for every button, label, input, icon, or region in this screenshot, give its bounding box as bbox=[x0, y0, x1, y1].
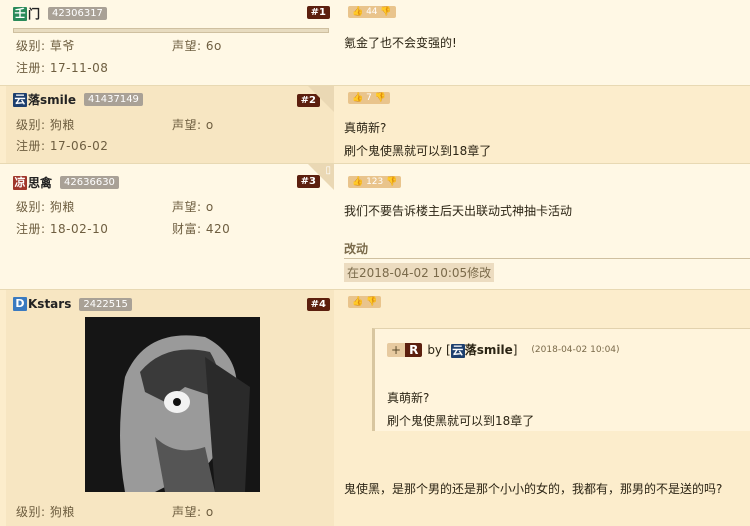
author-name-text: 思禽 bbox=[28, 176, 53, 190]
register-info: 注册: 17-11-08 bbox=[16, 61, 109, 75]
quote-block: + R by [云落smile] (2018-04-02 10:04) 真萌新?… bbox=[372, 328, 750, 431]
user-id-badge: 41437149 bbox=[84, 93, 143, 106]
edit-divider bbox=[344, 258, 750, 259]
register-info: 注册: 18-02-10 bbox=[16, 222, 109, 236]
quote-line: 刷个鬼使黑就可以到18章了 bbox=[387, 414, 535, 428]
edit-note: 在2018-04-02 10:05修改 bbox=[344, 263, 495, 282]
post-text: 鬼使黑，是那个男的还是那个小小的女的，我都有，那男的不是送的吗? bbox=[344, 482, 723, 496]
quote-by-label: by bbox=[427, 342, 443, 357]
floor-number[interactable]: #4 bbox=[306, 298, 330, 311]
post-3-content: 👍 123 👎 我们不要告诉楼主后天出联动式神抽卡活动 改动 在2018-04-… bbox=[336, 164, 750, 289]
author-name[interactable]: 凉 思禽 42636630 bbox=[13, 174, 119, 191]
floor-number[interactable]: #1 bbox=[306, 6, 330, 19]
level-progress-bar bbox=[13, 28, 329, 33]
user-id-badge: 42636630 bbox=[60, 176, 119, 189]
level-info: 级别: 狗粮 bbox=[16, 200, 75, 214]
author-name[interactable]: 云 落smile 41437149 bbox=[13, 91, 143, 108]
reputation-info: 声望: o bbox=[172, 505, 214, 519]
like-counter[interactable]: 👍 👎 bbox=[348, 296, 382, 308]
wealth-info: 财富: 420 bbox=[172, 222, 231, 236]
post-text-line: 刷个鬼使黑就可以到18章了 bbox=[344, 144, 492, 158]
post-text: 氪金了也不会变强的! bbox=[344, 36, 457, 50]
quote-time: (2018-04-02 10:04) bbox=[531, 344, 620, 355]
quote-author-link[interactable]: [云落smile] bbox=[446, 341, 517, 358]
phone-icon: ▯ bbox=[325, 165, 331, 176]
like-counter[interactable]: 👍 7 👎 bbox=[348, 92, 390, 104]
corner-fold bbox=[308, 86, 334, 112]
quote-author-name: 落smile bbox=[464, 343, 513, 357]
user-id-badge: 2422515 bbox=[79, 297, 132, 311]
reputation-info: 声望: o bbox=[172, 200, 214, 214]
level-info: 级别: 狗粮 bbox=[16, 118, 75, 132]
like-counter[interactable]: 👍 44 👎 bbox=[348, 6, 396, 18]
post-4: D Kstars 2422515 #4 级别: 狗粮 声望: o 👍 👎 + R bbox=[0, 290, 750, 526]
author-name[interactable]: D Kstars 2422515 bbox=[13, 297, 132, 311]
reputation-info: 声望: o bbox=[172, 118, 214, 132]
quote-header: + R by [云落smile] (2018-04-02 10:04) bbox=[387, 341, 620, 358]
quote-author-badge: 云 bbox=[450, 344, 465, 358]
author-name[interactable]: 壬 门 42306317 bbox=[13, 5, 107, 22]
author-badge: 云 bbox=[13, 92, 27, 107]
post-text: 我们不要告诉楼主后天出联动式神抽卡活动 bbox=[344, 204, 573, 218]
reputation-info: 声望: 6o bbox=[172, 39, 222, 53]
quote-line: 真萌新? bbox=[387, 391, 430, 405]
author-name-text: 门 bbox=[28, 7, 41, 21]
author-badge: 壬 bbox=[13, 6, 27, 21]
post-2: 云 落smile 41437149 #2 级别: 狗粮 声望: o 注册: 17… bbox=[0, 86, 750, 164]
edit-title: 改动 bbox=[344, 242, 369, 256]
user-id-badge: 42306317 bbox=[48, 7, 107, 20]
post-1-content: 👍 44 👎 氪金了也不会变强的! bbox=[336, 0, 750, 85]
post-3: 凉 思禽 42636630 #3 ▯ 级别: 狗粮 声望: o 注册: 18-0… bbox=[0, 164, 750, 290]
register-info: 注册: 17-06-02 bbox=[16, 139, 109, 153]
level-info: 级别: 草爷 bbox=[16, 39, 75, 53]
author-badge: 凉 bbox=[13, 175, 27, 190]
level-info: 级别: 狗粮 bbox=[16, 505, 75, 519]
post-4-author-panel: D Kstars 2422515 #4 级别: 狗粮 声望: o bbox=[6, 290, 334, 526]
author-name-text: Kstars bbox=[28, 297, 72, 311]
reply-badge[interactable]: R bbox=[405, 342, 423, 357]
post-2-author-panel: 云 落smile 41437149 #2 级别: 狗粮 声望: o 注册: 17… bbox=[6, 86, 334, 163]
post-3-author-panel: 凉 思禽 42636630 #3 ▯ 级别: 狗粮 声望: o 注册: 18-0… bbox=[6, 164, 334, 289]
avatar[interactable] bbox=[85, 317, 260, 492]
post-text-line: 真萌新? bbox=[344, 121, 387, 135]
post-4-content: 👍 👎 + R by [云落smile] (2018-04-02 10:04) … bbox=[336, 290, 750, 526]
quote-expand-button[interactable]: + bbox=[387, 342, 406, 357]
post-1-author-panel: 壬 门 42306317 #1 级别: 草爷 声望: 6o 注册: 17-11-… bbox=[6, 0, 334, 85]
post-2-content: 👍 7 👎 真萌新? 刷个鬼使黑就可以到18章了 bbox=[336, 86, 750, 163]
author-name-text: 落smile bbox=[28, 93, 77, 107]
post-1: 壬 门 42306317 #1 级别: 草爷 声望: 6o 注册: 17-11-… bbox=[0, 0, 750, 86]
author-badge: D bbox=[13, 297, 27, 311]
like-counter[interactable]: 👍 123 👎 bbox=[348, 176, 402, 188]
